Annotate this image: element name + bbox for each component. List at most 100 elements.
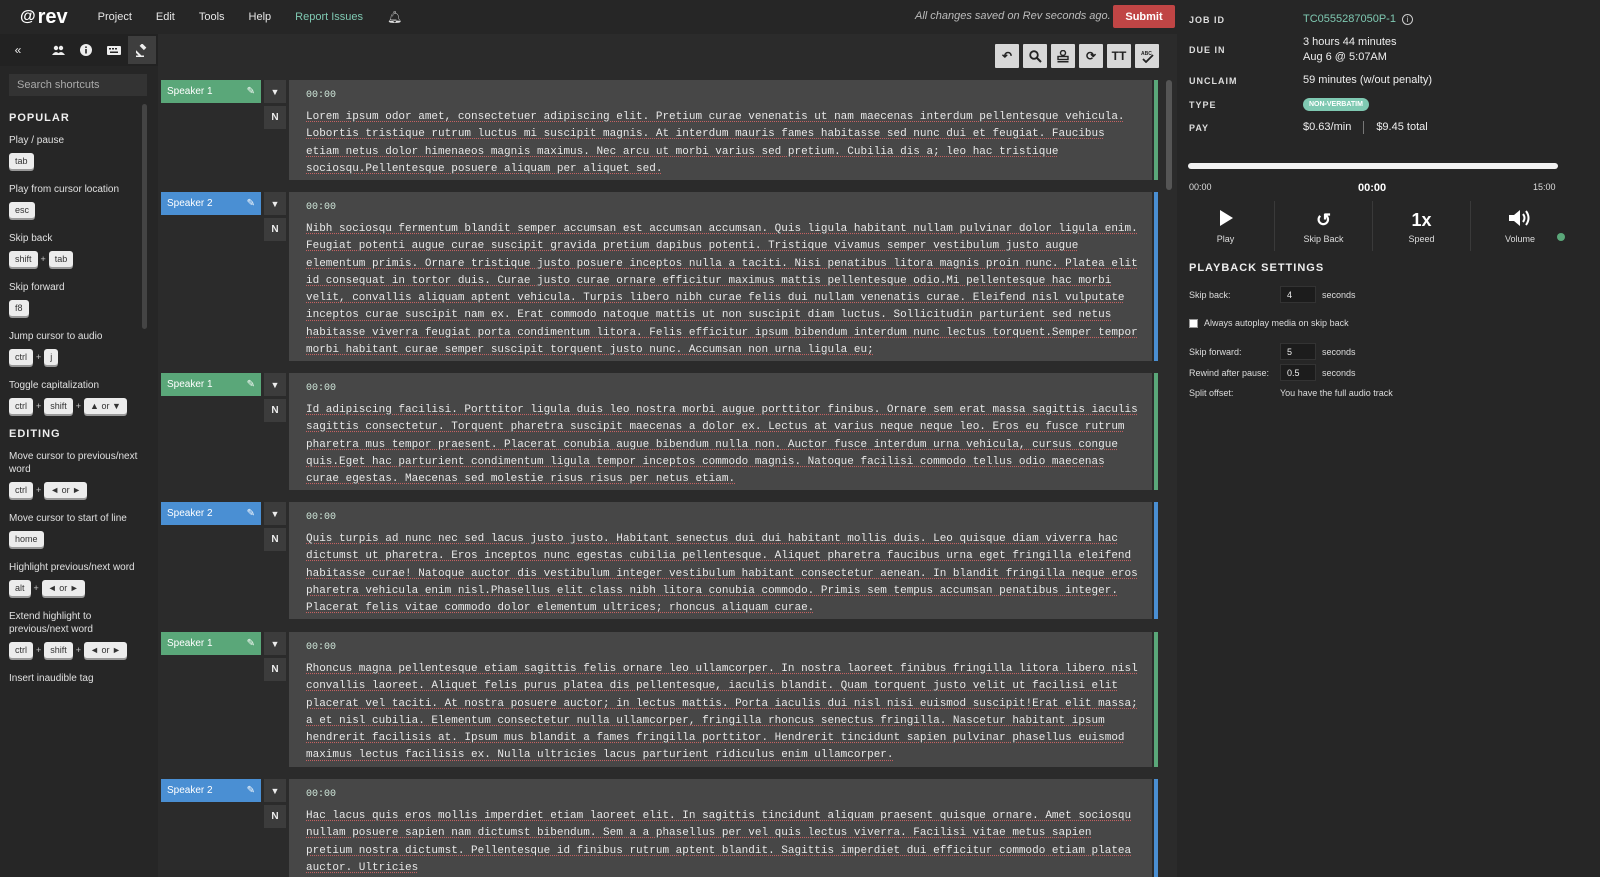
speaker-label[interactable]: Speaker 2 ✎ xyxy=(161,779,261,802)
speaker-label[interactable]: Speaker 2 ✎ xyxy=(161,192,261,215)
segment-text[interactable]: Lorem ipsum odor amet, consectetuer adip… xyxy=(306,109,1140,178)
collapse-icon[interactable]: « xyxy=(4,36,32,64)
menu-help[interactable]: Help xyxy=(249,11,272,23)
segment-color-bar xyxy=(1154,632,1158,767)
pencil-icon[interactable]: ✎ xyxy=(247,86,255,97)
speed-button[interactable]: 1x Speed xyxy=(1373,201,1471,251)
autoplay-checkbox[interactable] xyxy=(1189,319,1198,328)
sidebar-scrollbar[interactable] xyxy=(142,104,147,329)
speaker-dropdown-button[interactable]: ▼ xyxy=(264,192,286,215)
spellcheck-icon[interactable]: ABC xyxy=(1135,44,1159,68)
shortcut-jump-cursor: Jump cursor to audio ctrl + j xyxy=(9,330,141,365)
pencil-icon[interactable]: ✎ xyxy=(247,785,255,796)
people-icon[interactable] xyxy=(44,36,72,64)
audio-progress-bar[interactable] xyxy=(1188,163,1558,169)
transcript-text-box[interactable]: 00:00 Rhoncus magna pellentesque etiam s… xyxy=(289,632,1158,767)
speaker-dropdown-button[interactable]: ▼ xyxy=(264,779,286,802)
keyboard-icon[interactable] xyxy=(100,36,128,64)
speaker-label[interactable]: Speaker 2 ✎ xyxy=(161,502,261,525)
pay-value: $0.63/min $9.45 total xyxy=(1303,120,1428,135)
speaker-label[interactable]: Speaker 1 ✎ xyxy=(161,80,261,103)
undo-icon[interactable]: ↶ xyxy=(995,44,1019,68)
gavel-icon[interactable] xyxy=(128,36,156,64)
play-label: Play xyxy=(1216,233,1235,244)
seconds-unit: seconds xyxy=(1322,290,1356,300)
rev-logo[interactable]: @ rev xyxy=(20,6,68,29)
note-button[interactable]: N xyxy=(264,218,286,241)
pencil-icon[interactable]: ✎ xyxy=(247,638,255,649)
speaker-name: Speaker 2 xyxy=(167,508,213,519)
play-icon xyxy=(1219,209,1233,231)
segment-color-bar xyxy=(1154,80,1158,180)
text-size-icon[interactable]: TT xyxy=(1107,44,1131,68)
bell-icon[interactable]: 🔔︎ xyxy=(387,10,402,24)
status-dot xyxy=(1557,233,1565,241)
speaker-label[interactable]: Speaker 1 ✎ xyxy=(161,373,261,396)
speaker-label[interactable]: Speaker 1 ✎ xyxy=(161,632,261,655)
speaker-name: Speaker 2 xyxy=(167,785,213,796)
play-button[interactable]: Play xyxy=(1177,201,1275,251)
speaker-dropdown-button[interactable]: ▼ xyxy=(264,632,286,655)
info-icon[interactable] xyxy=(72,36,100,64)
speaker-dropdown-button[interactable]: ▼ xyxy=(264,80,286,103)
stamp-icon[interactable] xyxy=(1051,44,1075,68)
pencil-icon[interactable]: ✎ xyxy=(247,508,255,519)
note-button[interactable]: N xyxy=(264,528,286,551)
skip-forward-seconds-input[interactable] xyxy=(1280,343,1316,360)
shortcut-move-cursor-line-start: Move cursor to start of line home xyxy=(9,512,141,547)
pencil-icon[interactable]: ✎ xyxy=(247,379,255,390)
speaker-dropdown-button[interactable]: ▼ xyxy=(264,373,286,396)
due-value: 3 hours 44 minutes Aug 6 @ 5:07AM xyxy=(1303,35,1397,65)
segment-timestamp[interactable]: 00:00 xyxy=(306,642,1140,653)
transcript-text-box[interactable]: 00:00 Id adipiscing facilisi. Porttitor … xyxy=(289,373,1158,490)
menu-tools[interactable]: Tools xyxy=(199,11,225,23)
segment-timestamp[interactable]: 00:00 xyxy=(306,202,1140,213)
menu-report-issues[interactable]: Report Issues xyxy=(295,11,363,23)
transcript-text-box[interactable]: 00:00 Lorem ipsum odor amet, consectetue… xyxy=(289,80,1158,180)
key: ctrl xyxy=(9,398,33,414)
segment-timestamp[interactable]: 00:00 xyxy=(306,383,1140,394)
segment-text[interactable]: Hac lacus quis eros mollis imperdiet eti… xyxy=(306,808,1140,877)
rewind-seconds-input[interactable] xyxy=(1280,364,1316,381)
key: ctrl xyxy=(9,642,33,658)
top-bar: @ rev Project Edit Tools Help Report Issu… xyxy=(0,0,1177,34)
shortcut-label: Play / pause xyxy=(9,135,65,146)
segment-text[interactable]: Id adipiscing facilisi. Porttitor ligula… xyxy=(306,402,1140,488)
volume-button[interactable]: Volume xyxy=(1471,201,1569,251)
note-button[interactable]: N xyxy=(264,658,286,681)
search-shortcuts-input[interactable] xyxy=(9,74,147,96)
transcript-text-box[interactable]: 00:00 Quis turpis ad nunc nec sed lacus … xyxy=(289,502,1158,619)
search-icon[interactable] xyxy=(1023,44,1047,68)
job-id-link[interactable]: TC0555287050P-1 xyxy=(1303,13,1396,25)
note-button[interactable]: N xyxy=(264,399,286,422)
skip-back-button[interactable]: ↺ Skip Back xyxy=(1275,201,1373,251)
pencil-icon[interactable]: ✎ xyxy=(247,198,255,209)
segment-text[interactable]: Nibh sociosqu fermentum blandit semper a… xyxy=(306,221,1140,359)
note-button[interactable]: N xyxy=(264,106,286,129)
unclaim-value[interactable]: 59 minutes (w/out penalty) xyxy=(1303,73,1432,88)
segment-text[interactable]: Quis turpis ad nunc nec sed lacus justo … xyxy=(306,531,1140,617)
segment-timestamp[interactable]: 00:00 xyxy=(306,512,1140,523)
editor-scrollbar[interactable] xyxy=(1166,80,1172,190)
submit-button[interactable]: Submit xyxy=(1113,5,1175,28)
segment-text[interactable]: Rhoncus magna pellentesque etiam sagitti… xyxy=(306,661,1140,765)
menu-project[interactable]: Project xyxy=(98,11,132,23)
note-button[interactable]: N xyxy=(264,805,286,828)
split-offset-label: Split offset: xyxy=(1189,388,1234,398)
skip-back-seconds-input[interactable] xyxy=(1280,286,1316,303)
due-duration: 3 hours 44 minutes xyxy=(1303,36,1397,48)
svg-text:ABC: ABC xyxy=(1141,51,1152,57)
rotate-icon[interactable]: ⟳ xyxy=(1079,44,1103,68)
transcript-text-box[interactable]: 00:00 Hac lacus quis eros mollis imperdi… xyxy=(289,779,1158,877)
key: tab xyxy=(48,251,74,267)
speaker-dropdown-button[interactable]: ▼ xyxy=(264,502,286,525)
info-icon[interactable]: i xyxy=(1401,14,1413,25)
segment-timestamp[interactable]: 00:00 xyxy=(306,90,1140,101)
save-status: All changes saved on Rev seconds ago. xyxy=(915,10,1111,22)
menu-edit[interactable]: Edit xyxy=(156,11,175,23)
speed-label: Speed xyxy=(1408,233,1435,244)
transcript-text-box[interactable]: 00:00 Nibh sociosqu fermentum blandit se… xyxy=(289,192,1158,361)
due-label: DUE IN xyxy=(1189,45,1226,55)
segment-timestamp[interactable]: 00:00 xyxy=(306,789,1140,800)
shortcut-label: Skip back xyxy=(9,233,53,244)
